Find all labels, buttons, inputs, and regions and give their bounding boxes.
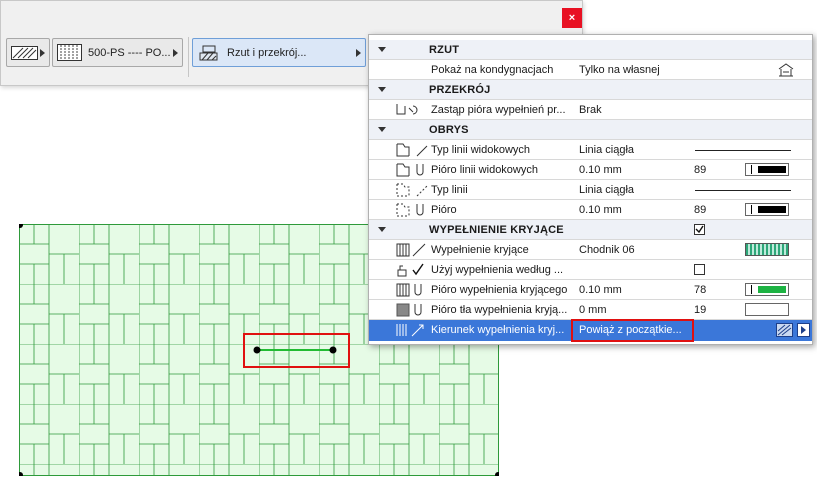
section-header-obrys[interactable]: OBRYS — [369, 120, 812, 140]
row-dropdown-arrow[interactable] — [797, 323, 810, 337]
section-header-rzut[interactable]: RZUT — [369, 40, 812, 60]
background-pen-icon — [396, 303, 422, 317]
pen-number[interactable]: 19 — [694, 304, 706, 316]
row-cover-bg-pen[interactable]: Pióro tła wypełnienia kryją... 0 mm 19 — [369, 300, 812, 320]
row-cover-fill-pen[interactable]: Pióro wypełnienia kryjącego 0.10 mm 78 — [369, 280, 812, 300]
line-pen-icon — [396, 203, 424, 217]
line-sample — [695, 150, 791, 151]
view-line-icon — [396, 143, 428, 157]
pen-number[interactable]: 78 — [694, 284, 706, 296]
line-type-dropdown[interactable] — [6, 38, 50, 67]
row-label: Wypełnienie kryjące — [431, 244, 529, 256]
collapse-triangle-icon[interactable] — [378, 47, 386, 52]
toolbar-divider — [188, 37, 189, 77]
row-value: 0.10 mm — [579, 164, 622, 176]
fill-type-dropdown[interactable]: 500-PS ---- PO... — [52, 38, 183, 67]
row-show-on-floor[interactable]: Pokaż na kondygnacjach Tylko na własnej — [369, 60, 812, 80]
row-view-line-type[interactable]: Typ linii widokowych Linia ciągła — [369, 140, 812, 160]
fill-pattern-icon — [396, 243, 426, 257]
dropdown-arrow-icon — [40, 49, 45, 57]
section-enable-checkbox[interactable] — [694, 224, 705, 235]
collapse-triangle-icon[interactable] — [378, 227, 386, 232]
row-override-pens[interactable]: Zastąp pióra wypełnień pr... Brak — [369, 100, 812, 120]
section-title: PRZEKRÓJ — [429, 84, 491, 96]
section-title: WYPEŁNIENIE KRYJĄCE — [429, 224, 564, 236]
section-title: OBRYS — [429, 124, 469, 136]
row-value: 0.10 mm — [579, 284, 622, 296]
row-use-fill-by[interactable]: Użyj wypełnienia według ... — [369, 260, 812, 280]
view-line-pen-icon — [396, 163, 424, 177]
collapse-triangle-icon[interactable] — [378, 87, 386, 92]
row-value: 0 mm — [579, 304, 607, 316]
dropdown-arrow-icon — [173, 49, 178, 57]
row-value[interactable]: Linia ciągła — [579, 144, 634, 156]
pen-number[interactable]: 89 — [694, 204, 706, 216]
fill-swatch[interactable] — [745, 243, 789, 256]
section-header-przekroj[interactable]: PRZEKRÓJ — [369, 80, 812, 100]
fill-direction-icon — [396, 324, 424, 337]
brick-fill-icon — [57, 43, 82, 61]
checkmark-icon — [695, 225, 704, 234]
row-label: Pokaż na kondygnacjach — [431, 64, 554, 76]
highlight-box — [243, 333, 350, 368]
fill-source-icon — [397, 263, 424, 277]
close-button[interactable]: × — [562, 8, 582, 28]
fill-type-label: 500-PS ---- PO... — [88, 46, 171, 59]
dropdown-arrow-icon — [356, 49, 361, 57]
row-view-line-pen[interactable]: Pióro linii widokowych 0.10 mm 89 — [369, 160, 812, 180]
section-header-wypelnienie[interactable]: WYPEŁNIENIE KRYJĄCE — [369, 220, 812, 240]
collapse-triangle-icon[interactable] — [378, 127, 386, 132]
fill-orientation-icon[interactable] — [776, 323, 794, 337]
row-label: Pióro — [431, 204, 457, 216]
row-value[interactable]: Brak — [579, 104, 602, 116]
row-label: Pióro linii widokowych — [431, 164, 538, 176]
story-icon — [778, 63, 794, 77]
row-value: 0.10 mm — [579, 204, 622, 216]
pen-swatch[interactable] — [745, 163, 789, 176]
floor-plan-section-icon — [199, 45, 218, 60]
floor-plan-section-button[interactable]: Rzut i przekrój... — [192, 38, 366, 67]
fill-pen-icon — [396, 283, 422, 297]
line-sample — [695, 190, 791, 191]
section-title: RZUT — [429, 44, 460, 56]
row-cover-fill[interactable]: Wypełnienie kryjące Chodnik 06 — [369, 240, 812, 260]
row-value[interactable]: Linia ciągła — [579, 184, 634, 196]
row-value[interactable]: Tylko na własnej — [579, 64, 660, 76]
hatch-fill-icon — [11, 45, 38, 60]
pen-swatch[interactable] — [745, 203, 789, 216]
highlight-box — [571, 319, 694, 342]
floor-plan-settings-panel: RZUT Pokaż na kondygnacjach Tylko na wła… — [368, 34, 813, 345]
row-label: Zastąp pióra wypełnień pr... — [431, 104, 566, 116]
row-label: Użyj wypełnienia według ... — [431, 264, 564, 276]
row-label: Pióro wypełnienia kryjącego — [431, 284, 568, 296]
floor-plan-section-label: Rzut i przekrój... — [227, 46, 307, 59]
line-type-icon — [396, 183, 428, 197]
pen-swatch[interactable] — [745, 303, 789, 316]
row-line-type[interactable]: Typ linii Linia ciągła — [369, 180, 812, 200]
use-fill-by-checkbox[interactable] — [694, 264, 705, 275]
row-label: Pióro tła wypełnienia kryją... — [431, 304, 568, 316]
row-label: Typ linii widokowych — [431, 144, 531, 156]
pen-swatch[interactable] — [745, 283, 789, 296]
row-pen[interactable]: Pióro 0.10 mm 89 — [369, 200, 812, 220]
row-label: Kierunek wypełnienia kryj... — [431, 324, 565, 336]
pen-override-icon — [396, 104, 418, 115]
pen-number[interactable]: 89 — [694, 164, 706, 176]
row-value[interactable]: Chodnik 06 — [579, 244, 635, 256]
row-label: Typ linii — [431, 184, 468, 196]
